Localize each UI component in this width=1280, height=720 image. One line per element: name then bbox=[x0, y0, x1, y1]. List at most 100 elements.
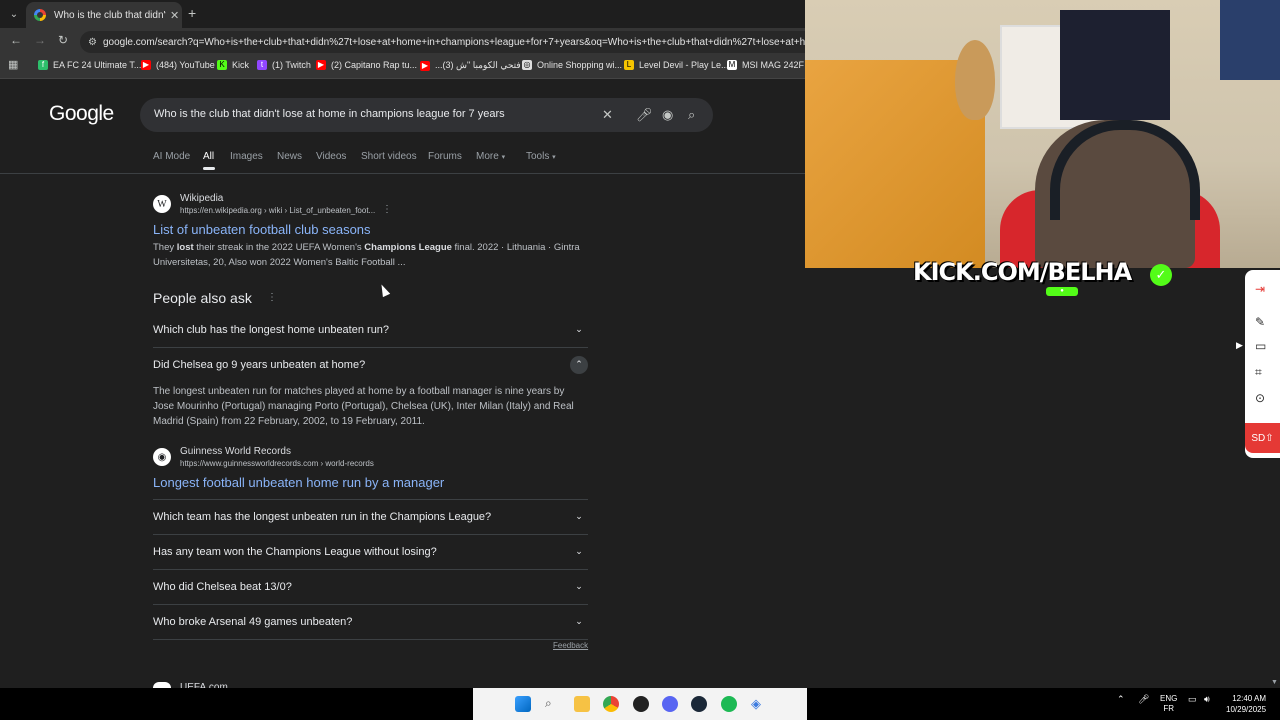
tab-all[interactable]: All bbox=[203, 151, 214, 162]
bookmark-item[interactable]: ▶ ...فتحي الكومبا "ش (3) bbox=[420, 60, 521, 71]
site-info-icon[interactable]: ⚙ bbox=[88, 37, 97, 48]
chevron-down-icon[interactable]: ⌄ bbox=[570, 578, 588, 596]
collapse-panel-icon[interactable]: ▶ bbox=[1236, 340, 1243, 351]
exit-icon[interactable]: ⇥ bbox=[1255, 282, 1265, 296]
webcam-overlay bbox=[805, 0, 1280, 268]
system-clock[interactable]: 12:40 AM 10/29/2025 bbox=[1226, 693, 1266, 715]
tabs-divider bbox=[0, 173, 805, 174]
forward-icon[interactable]: → bbox=[34, 33, 46, 47]
new-tab-icon[interactable]: + bbox=[188, 5, 196, 21]
tab-videos[interactable]: Videos bbox=[316, 151, 346, 162]
answer-source-site[interactable]: Guinness World Records bbox=[180, 446, 291, 457]
bookmark-item[interactable]: ◎ Online Shopping wi... bbox=[522, 60, 622, 70]
bookmark-item[interactable]: K Kick bbox=[217, 60, 249, 70]
windows-start-icon[interactable] bbox=[515, 696, 531, 712]
bookmark-item[interactable]: ▶ (2) Capitano Rap tu... bbox=[316, 60, 417, 70]
record-icon[interactable]: ⊙ bbox=[1255, 391, 1265, 405]
chevron-down-icon[interactable]: ⌄ bbox=[570, 613, 588, 631]
tab-forums[interactable]: Forums bbox=[428, 151, 462, 162]
steam-icon[interactable] bbox=[691, 696, 707, 712]
google-favicon-icon bbox=[34, 9, 46, 21]
tab-tools[interactable]: Tools ▾ bbox=[526, 151, 556, 162]
result-url[interactable]: https://en.wikipedia.org › wiki › List_o… bbox=[180, 206, 375, 215]
address-url[interactable]: google.com/search?q=Who+is+the+club+that… bbox=[103, 37, 805, 48]
result-site-name[interactable]: Wikipedia bbox=[180, 193, 223, 204]
language-indicator[interactable]: ENG FR bbox=[1160, 694, 1177, 714]
chevron-down-icon[interactable]: ⌄ bbox=[570, 321, 588, 339]
crop-icon[interactable]: ⌗ bbox=[1255, 365, 1262, 380]
bookmark-item[interactable]: M MSI MAG 242F 24 bbox=[727, 60, 817, 70]
obs-icon[interactable] bbox=[633, 696, 649, 712]
bookmark-item[interactable]: t (1) Twitch bbox=[257, 60, 311, 70]
people-also-ask-heading: People also ask bbox=[153, 290, 252, 306]
close-tab-icon[interactable]: ✕ bbox=[170, 9, 179, 22]
tab-short-videos[interactable]: Short videos bbox=[361, 151, 417, 162]
live-indicator: ● bbox=[1046, 287, 1078, 296]
microphone-icon[interactable]: 🎤︎ bbox=[636, 107, 653, 123]
search-input[interactable]: Who is the club that didn't lose at home… bbox=[154, 108, 505, 120]
clear-search-icon[interactable]: ✕ bbox=[602, 107, 613, 123]
monitor-image bbox=[1060, 10, 1170, 120]
network-icon[interactable]: ▭ bbox=[1188, 694, 1197, 705]
search-icon[interactable]: ⌕ bbox=[688, 107, 695, 123]
sd-quality-button[interactable]: SD ⇧ bbox=[1245, 423, 1280, 453]
result-title-link[interactable]: List of unbeaten football club seasons bbox=[153, 222, 371, 237]
next-result-site[interactable]: UEFA.com bbox=[180, 681, 228, 688]
bookmark-item[interactable]: f EA FC 24 Ultimate T... bbox=[38, 60, 141, 70]
chevron-down-icon[interactable]: ⌄ bbox=[570, 543, 588, 561]
tab-images[interactable]: Images bbox=[230, 151, 263, 162]
verified-check-icon: ✓ bbox=[1150, 264, 1172, 286]
chrome-icon[interactable] bbox=[603, 696, 619, 712]
paa-question: Who did Chelsea beat 13/0? bbox=[153, 580, 292, 593]
pen-icon[interactable]: ✎ bbox=[1255, 315, 1265, 329]
google-logo[interactable]: Google bbox=[49, 102, 114, 126]
lens-camera-icon[interactable]: ◉ bbox=[662, 107, 673, 123]
address-bar[interactable]: ⚙ google.com/search?q=Who+is+the+club+th… bbox=[80, 31, 805, 53]
chevron-down-icon[interactable]: ⌄ bbox=[570, 508, 588, 526]
more-options-icon[interactable]: ⋮ bbox=[267, 292, 277, 303]
paa-question-row[interactable]: Which club has the longest home unbeaten… bbox=[153, 312, 588, 348]
tab-more[interactable]: More ▾ bbox=[476, 151, 505, 162]
poster-image bbox=[1220, 0, 1280, 80]
file-explorer-icon[interactable] bbox=[574, 696, 590, 712]
tab-ai-mode[interactable]: AI Mode bbox=[153, 151, 190, 162]
paa-question: Has any team won the Champions League wi… bbox=[153, 545, 437, 558]
search-icon[interactable]: ⌕ bbox=[545, 696, 561, 712]
browser-tab[interactable]: Who is the club that didn't lose ✕ bbox=[26, 2, 182, 28]
tab-news[interactable]: News bbox=[277, 151, 302, 162]
volume-icon[interactable]: 🔊︎ bbox=[1204, 694, 1210, 705]
back-icon[interactable]: ← bbox=[10, 33, 22, 47]
paa-question-row-expanded[interactable]: Did Chelsea go 9 years unbeaten at home?… bbox=[153, 347, 588, 382]
discord-icon[interactable] bbox=[662, 696, 678, 712]
tray-overflow-icon[interactable]: ⌃ bbox=[1117, 694, 1125, 705]
guitar-image bbox=[955, 40, 995, 120]
answer-source-url[interactable]: https://www.guinnessworldrecords.com › w… bbox=[180, 459, 374, 468]
app-icon[interactable]: ◈ bbox=[751, 696, 767, 712]
scroll-down-icon[interactable]: ▼ bbox=[1271, 679, 1278, 686]
paa-question-row[interactable]: Has any team won the Champions League wi… bbox=[153, 534, 588, 570]
dropdown-caret-icon: ▾ bbox=[501, 154, 506, 161]
search-box[interactable]: Who is the club that didn't lose at home… bbox=[140, 98, 713, 132]
msi-icon: M bbox=[727, 60, 737, 70]
tab-title: Who is the club that didn't lose bbox=[54, 9, 166, 21]
paa-question-row[interactable]: Who did Chelsea beat 13/0? ⌄ bbox=[153, 569, 588, 605]
paa-question-row[interactable]: Who broke Arsenal 49 games unbeaten? ⌄ bbox=[153, 604, 588, 640]
more-options-icon[interactable]: ⋮ bbox=[382, 204, 392, 215]
bookmark-item[interactable]: L Level Devil - Play Le... bbox=[624, 60, 729, 70]
bookmark-item[interactable]: ▶ (484) YouTube bbox=[141, 60, 215, 70]
eraser-icon[interactable]: ▭ bbox=[1255, 339, 1266, 353]
microphone-icon[interactable]: 🎤︎ bbox=[1138, 694, 1149, 705]
chevron-up-icon[interactable]: ⌃ bbox=[570, 355, 588, 374]
tab-search-dropdown[interactable]: ⌄ bbox=[4, 4, 24, 24]
reload-icon[interactable]: ↻ bbox=[58, 33, 68, 47]
youtube-icon: ▶ bbox=[420, 60, 430, 71]
paa-question: Which club has the longest home unbeaten… bbox=[153, 323, 390, 336]
answer-source-link[interactable]: Longest football unbeaten home run by a … bbox=[153, 475, 444, 490]
paa-question: Which team has the longest unbeaten run … bbox=[153, 510, 492, 523]
feedback-link[interactable]: Feedback bbox=[553, 641, 588, 650]
guinness-favicon-icon: ◉ bbox=[153, 448, 171, 466]
apps-grid-icon[interactable]: ▦ bbox=[8, 60, 23, 71]
spotify-icon[interactable] bbox=[721, 696, 737, 712]
paa-question-row[interactable]: Which team has the longest unbeaten run … bbox=[153, 499, 588, 535]
ea-fc-icon: f bbox=[38, 60, 48, 70]
